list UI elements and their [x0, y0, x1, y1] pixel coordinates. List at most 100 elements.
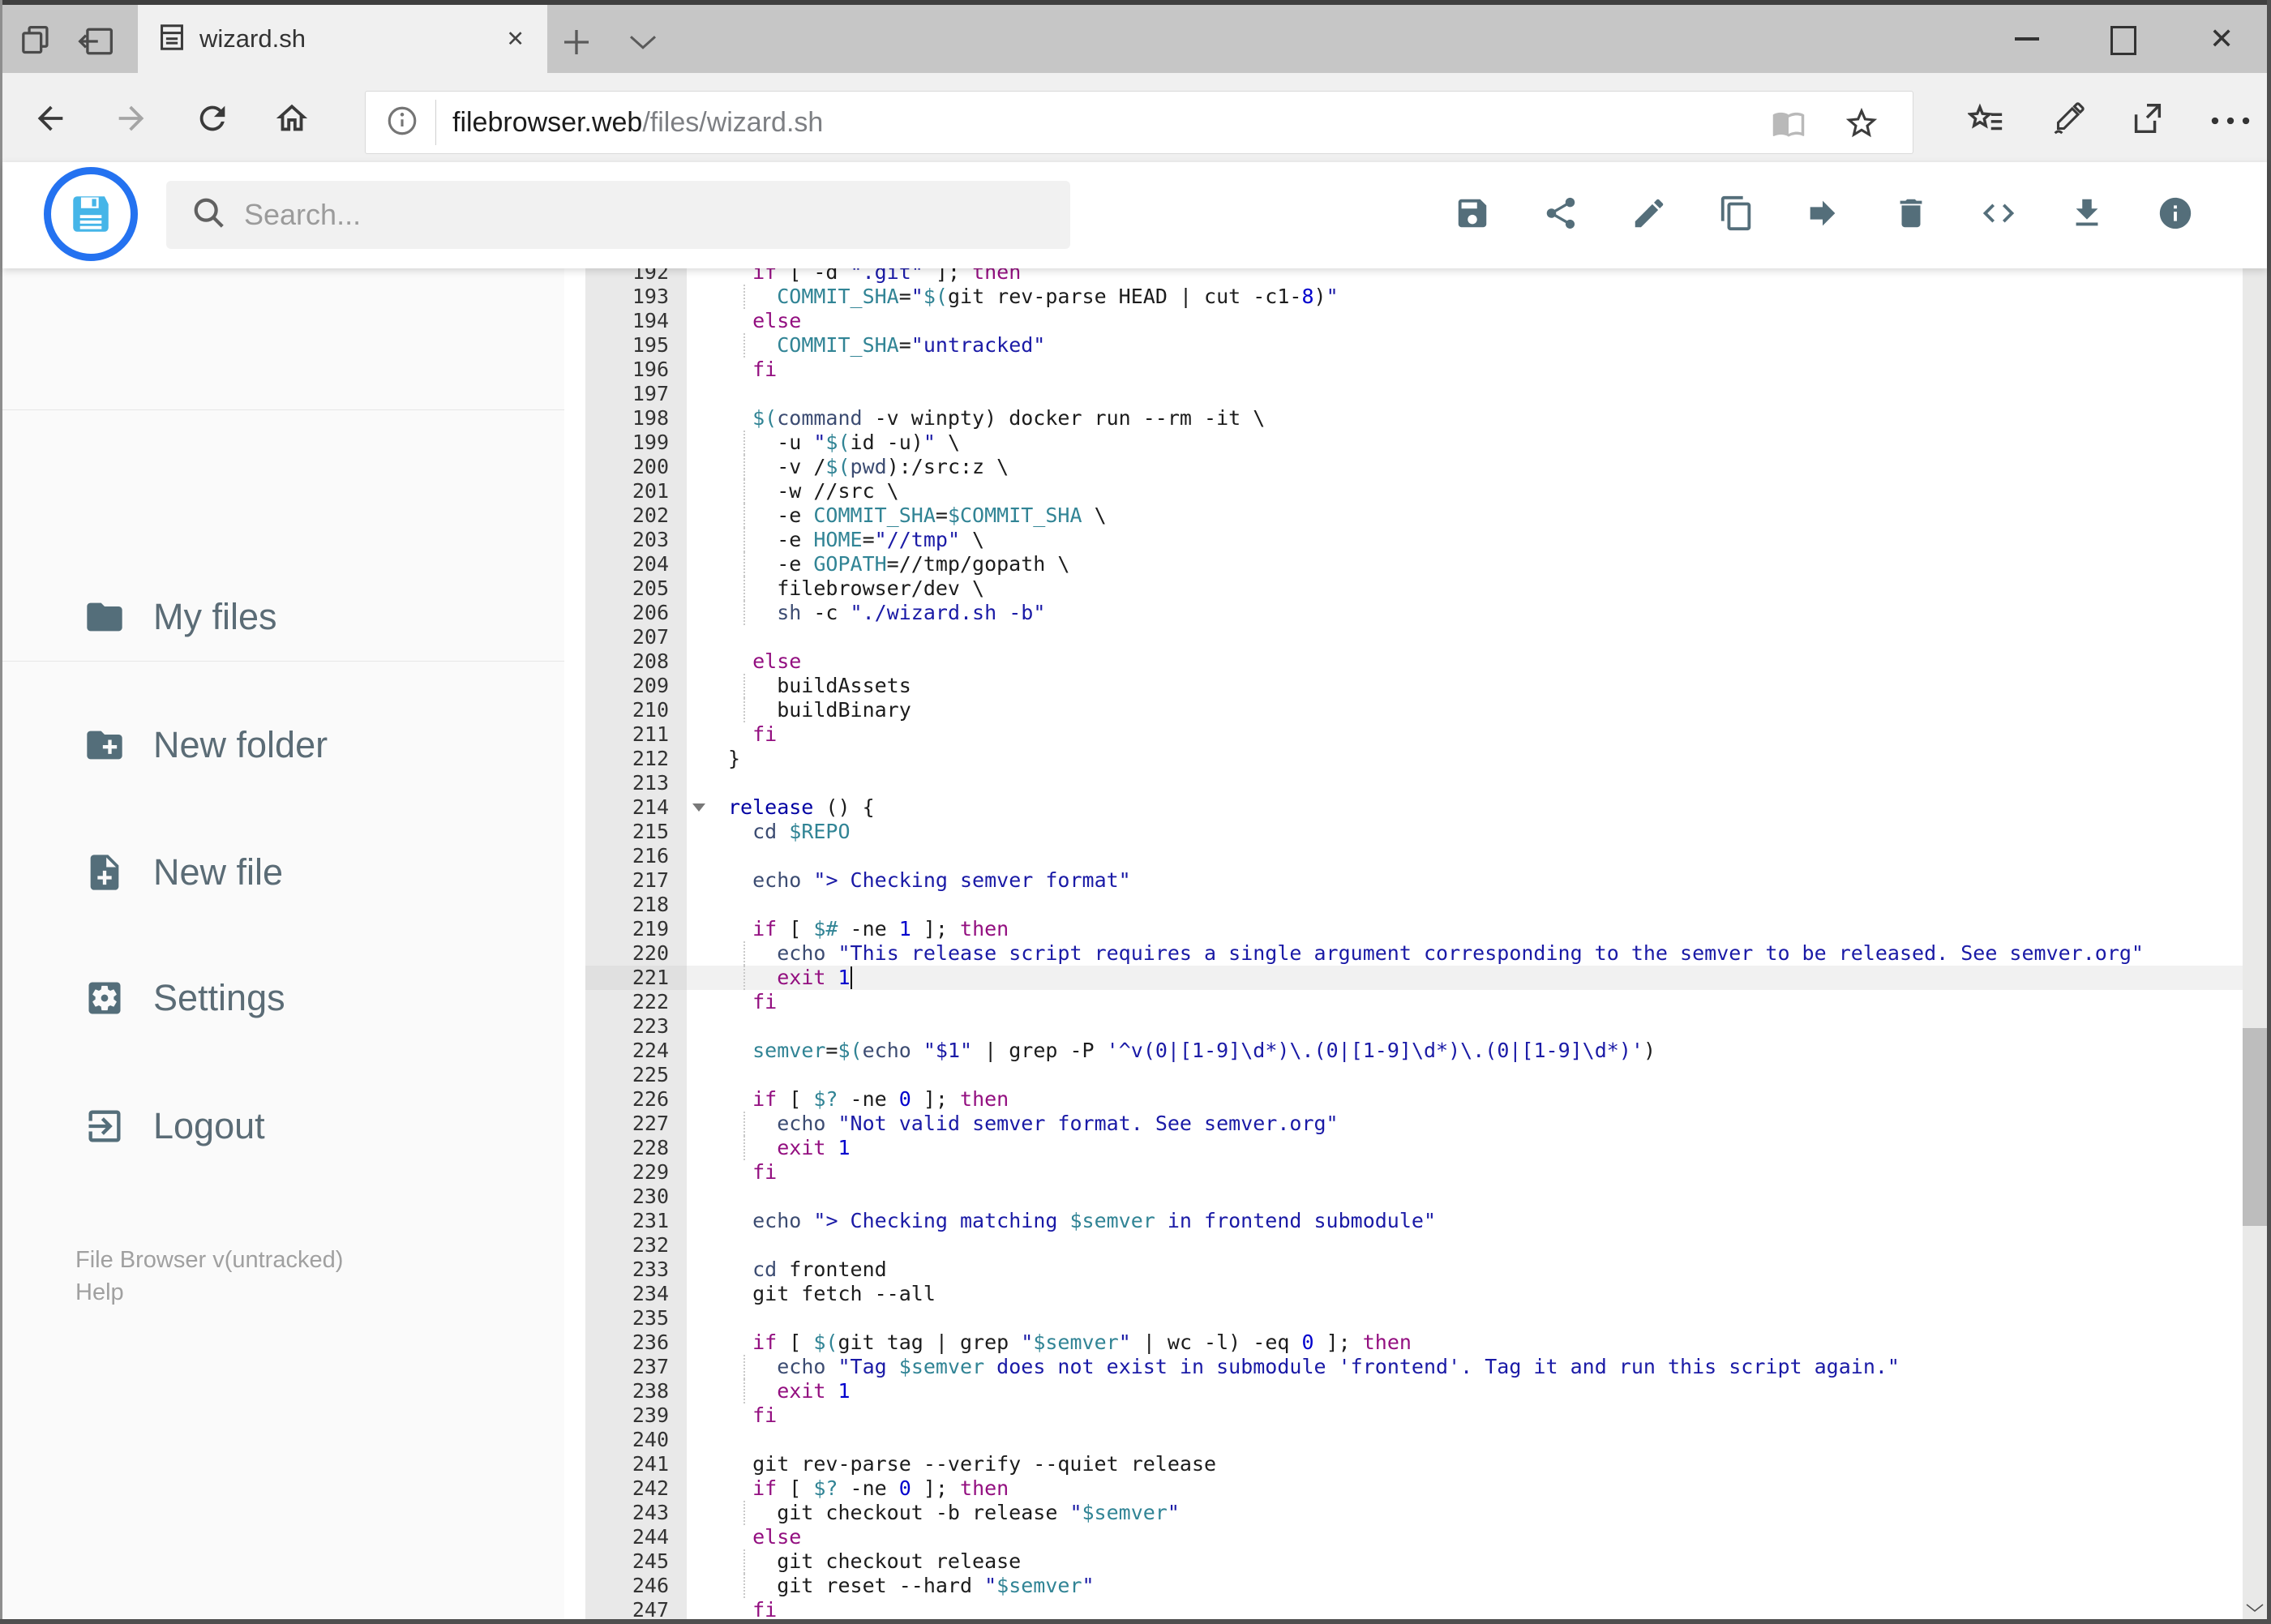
more-dots-icon[interactable] — [2209, 115, 2252, 131]
scrollbar-thumb[interactable] — [2243, 1028, 2267, 1226]
line-number: 245 — [585, 1549, 687, 1574]
code-editor[interactable]: 192 if [ -d ".git" ]; then 193 COMMIT_SHA… — [564, 268, 2243, 1619]
tab-close-icon[interactable]: ✕ — [506, 5, 525, 73]
active-tab[interactable]: wizard.sh ✕ — [138, 5, 547, 73]
code-text: fi — [752, 1160, 778, 1184]
code-text: echo "> Checking matching $semver in fro… — [752, 1209, 1437, 1232]
line-number: 197 — [585, 382, 687, 406]
help-link[interactable]: Help — [75, 1276, 343, 1309]
sidebar-item-settings[interactable]: Settings — [2, 953, 564, 1043]
search-bar[interactable] — [166, 181, 1070, 249]
url-path: /files/wizard.sh — [642, 106, 824, 138]
code-text: buildAssets — [728, 674, 911, 698]
sidebar-item-label: New folder — [153, 724, 328, 765]
new-tab-plus-icon[interactable] — [560, 26, 593, 62]
code-text: fi — [752, 722, 778, 746]
url-field[interactable]: filebrowser.web/files/wizard.sh — [365, 91, 1913, 154]
indent-guide — [743, 1574, 745, 1598]
code-line-207: 207 — [564, 625, 2243, 649]
maximize-button[interactable] — [2110, 26, 2136, 55]
line-number: 229 — [585, 1160, 687, 1185]
line-number: 247 — [585, 1598, 687, 1619]
code-line-215: 215 cd $REPO — [564, 820, 2243, 844]
delete-button[interactable] — [1888, 192, 1934, 238]
code-text: sh -c "./wizard.sh -b" — [687, 601, 2243, 625]
line-number: 231 — [585, 1209, 687, 1233]
save-button[interactable] — [1450, 192, 1495, 238]
hub-icon[interactable] — [1966, 101, 2005, 142]
reading-view-book-icon[interactable] — [1772, 106, 1806, 144]
tab-favicon-document-icon — [159, 22, 185, 57]
back-icon[interactable] — [32, 100, 69, 141]
code-text: fi — [752, 358, 778, 381]
annotate-pen-icon[interactable] — [2049, 101, 2086, 142]
favorite-star-icon[interactable] — [1843, 105, 1880, 146]
code-line-214: 214 release () { — [564, 795, 2243, 820]
copy-button[interactable] — [1714, 192, 1759, 238]
code-text: -e COMMIT_SHA=$COMMIT_SHA \ — [728, 503, 1107, 528]
minimize-button[interactable] — [2015, 37, 2039, 41]
home-icon[interactable] — [273, 100, 311, 141]
download-button[interactable] — [2064, 192, 2110, 238]
new-file-icon — [84, 851, 126, 893]
code-text: buildBinary — [728, 698, 911, 722]
line-number: 241 — [585, 1452, 687, 1476]
code-text: git rev-parse --verify --quiet release — [728, 1452, 1217, 1476]
code-text: COMMIT_SHA="untracked" — [687, 333, 2243, 358]
fold-arrow-icon[interactable] — [692, 803, 705, 812]
new-folder-icon — [84, 724, 126, 766]
tab-list-chevron-icon[interactable] — [628, 34, 658, 54]
code-text: release () { — [728, 795, 875, 819]
code-line-206: 206 sh -c "./wizard.sh -b" — [564, 601, 2243, 625]
share-icon[interactable] — [2128, 101, 2166, 142]
indent-guide — [743, 966, 745, 990]
code-text: -w //src \ — [728, 479, 899, 503]
search-input[interactable] — [242, 197, 1070, 233]
code-text: git fetch --all — [728, 1282, 936, 1305]
sidebar-item-new-file[interactable]: New file — [2, 828, 564, 917]
indent-guide — [743, 333, 745, 358]
tab-preview-icon[interactable] — [20, 24, 56, 61]
code-text: if [ $? -ne 0 ]; then — [752, 1476, 1009, 1500]
code-text: -e HOME="//tmp" \ — [728, 528, 985, 552]
sidebar-item-new-folder[interactable]: New folder — [2, 701, 564, 790]
line-number: 244 — [585, 1525, 687, 1549]
code-line-245: 245 git checkout release — [564, 1549, 2243, 1574]
site-info-icon[interactable] — [385, 104, 419, 142]
code-line-210: 210 buildBinary — [564, 698, 2243, 722]
code-line-217: 217 echo "> Checking semver format" — [564, 868, 2243, 893]
code-line-213: 213 — [564, 771, 2243, 795]
line-number: 242 — [585, 1476, 687, 1501]
address-bar: filebrowser.web/files/wizard.sh — [2, 73, 2267, 163]
line-number: 243 — [585, 1501, 687, 1525]
line-number: 228 — [585, 1136, 687, 1160]
move-button[interactable] — [1800, 192, 1845, 238]
line-number: 232 — [585, 1233, 687, 1258]
sidebar: My files New folder New file Settings Logout… — [2, 268, 565, 1619]
close-button[interactable]: ✕ — [2209, 5, 2234, 73]
line-number: 193 — [585, 285, 687, 309]
share-button[interactable] — [1538, 192, 1583, 238]
code-line-211: 211 fi — [564, 722, 2243, 747]
raw-view-button[interactable] — [1976, 192, 2021, 238]
sidebar-item-logout[interactable]: Logout — [2, 1082, 564, 1171]
code-line-229: 229 fi — [564, 1160, 2243, 1185]
forward-icon[interactable] — [113, 100, 150, 141]
page-scrollbar[interactable] — [2243, 162, 2267, 1619]
refresh-icon[interactable] — [194, 100, 231, 141]
scrollbar-down-icon[interactable] — [2245, 1601, 2265, 1614]
code-line-225: 225 — [564, 1063, 2243, 1087]
line-number: 226 — [585, 1087, 687, 1112]
line-number: 224 — [585, 1039, 687, 1063]
floppy-disk-logo[interactable] — [44, 167, 138, 261]
set-tabs-aside-icon[interactable] — [77, 26, 114, 61]
rename-button[interactable] — [1626, 192, 1672, 238]
info-button[interactable] — [2153, 192, 2198, 238]
line-number: 238 — [585, 1379, 687, 1403]
indent-guide — [743, 601, 745, 625]
sidebar-item-my-files[interactable]: My files — [2, 572, 564, 662]
